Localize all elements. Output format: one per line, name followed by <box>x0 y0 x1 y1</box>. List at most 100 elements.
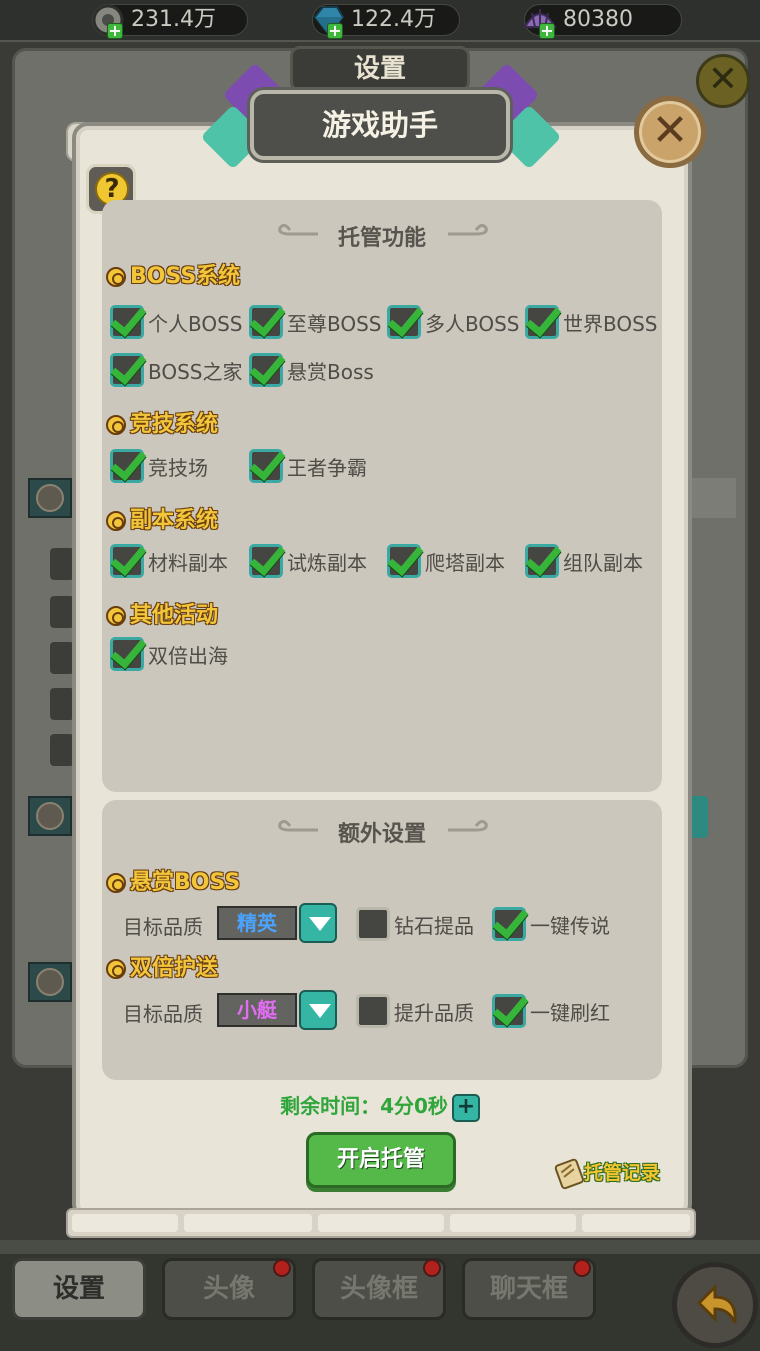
checkbox[interactable] <box>249 544 283 578</box>
start-hosting-button[interactable]: 开启托管 <box>306 1132 456 1188</box>
option-bounty-boss[interactable]: 悬赏Boss <box>249 350 374 390</box>
option-label: 世界BOSS <box>563 311 658 336</box>
selected-quality: 精英 <box>237 911 277 935</box>
dropdown-arrow-icon[interactable] <box>299 990 337 1030</box>
checkbox[interactable] <box>387 544 421 578</box>
option-team-dungeon[interactable]: 组队副本 <box>525 541 643 581</box>
side-sound-block <box>28 796 72 836</box>
checkbox[interactable] <box>525 305 559 339</box>
dialog-footer-bar <box>66 1208 696 1238</box>
dialog-close-icon[interactable]: ✕ <box>634 96 706 168</box>
checkbox[interactable] <box>492 994 526 1028</box>
remaining-label: 剩余时间： <box>280 1094 381 1118</box>
option-label: 材料副本 <box>148 550 228 575</box>
record-label: 托管记录 <box>584 1162 661 1184</box>
category-other: 其他活动 <box>106 603 218 629</box>
option-material-dungeon[interactable]: 材料副本 <box>110 541 228 581</box>
option-label: 一键刷红 <box>530 1000 610 1025</box>
checkbox[interactable] <box>110 353 144 387</box>
tab-settings[interactable]: 设置 <box>12 1258 146 1320</box>
option-trial-dungeon[interactable]: 试炼副本 <box>249 541 367 581</box>
category-name: 双倍护送 <box>130 956 219 981</box>
checkbox[interactable] <box>249 353 283 387</box>
option-multi-boss[interactable]: 多人BOSS <box>387 302 520 342</box>
option-double-sail[interactable]: 双倍出海 <box>110 634 228 674</box>
category-arena: 竞技系统 <box>106 412 218 438</box>
resource-gem[interactable]: + 122.4万 <box>312 4 460 39</box>
swirl-bullet-icon <box>106 415 126 435</box>
checkbox[interactable] <box>387 305 421 339</box>
tab-chat-frame[interactable]: 聊天框 <box>462 1258 596 1320</box>
option-one-key-red[interactable]: 一键刷红 <box>492 991 610 1031</box>
notification-dot-icon <box>573 1259 591 1277</box>
checkbox[interactable] <box>525 544 559 578</box>
back-button[interactable] <box>672 1262 758 1348</box>
option-personal-boss[interactable]: 个人BOSS <box>110 302 243 342</box>
checkbox[interactable] <box>110 637 144 671</box>
notification-dot-icon <box>273 1259 291 1277</box>
back-arrow-icon <box>696 1283 737 1324</box>
escort-quality-select[interactable]: 小艇 <box>217 993 297 1027</box>
checkbox[interactable] <box>492 907 526 941</box>
option-world-boss[interactable]: 世界BOSS <box>525 302 658 342</box>
bg-checkbox <box>50 596 74 628</box>
option-label: 一键传说 <box>530 913 610 938</box>
footer-segment <box>184 1214 312 1232</box>
option-label: 爬塔副本 <box>425 550 505 575</box>
add-coin-icon[interactable]: + <box>107 23 123 39</box>
checkbox[interactable] <box>110 305 144 339</box>
bg-checkbox <box>50 688 74 720</box>
footer-segment <box>450 1214 576 1232</box>
resource-coin[interactable]: + 231.4万 <box>92 4 248 39</box>
settings-close-icon[interactable]: ✕ <box>696 54 750 108</box>
extra-title-text: 额外设置 <box>337 822 426 847</box>
checkbox[interactable] <box>356 907 390 941</box>
resource-shell[interactable]: + 80380 <box>523 4 682 39</box>
ban-icon <box>36 484 64 512</box>
option-label: 试炼副本 <box>287 550 367 575</box>
checkbox[interactable] <box>110 449 144 483</box>
tab-label: 头像 <box>202 1274 255 1304</box>
hosting-title-text: 托管功能 <box>337 226 426 251</box>
option-upgrade-quality[interactable]: 提升品质 <box>356 991 474 1031</box>
swirl-bullet-icon <box>106 511 126 531</box>
add-shell-icon[interactable]: + <box>539 23 555 39</box>
swirl-left-icon <box>278 820 318 832</box>
category-double-escort: 双倍护送 <box>106 956 218 982</box>
quality-label: 目标品质 <box>123 1002 203 1026</box>
option-label: 钻石提品 <box>394 913 474 938</box>
tab-label: 头像框 <box>339 1274 418 1304</box>
checkbox[interactable] <box>110 544 144 578</box>
bounty-quality-select[interactable]: 精英 <box>217 906 297 940</box>
option-tower-dungeon[interactable]: 爬塔副本 <box>387 541 505 581</box>
option-king-battle[interactable]: 王者争霸 <box>249 446 367 486</box>
swirl-right-icon <box>448 224 488 236</box>
bg-row <box>690 478 736 518</box>
bg-checkbox <box>50 548 74 580</box>
category-name: 其他活动 <box>130 603 219 628</box>
option-boss-home[interactable]: BOSS之家 <box>110 350 243 390</box>
checkbox[interactable] <box>249 449 283 483</box>
checkbox[interactable] <box>356 994 390 1028</box>
extra-section-title: 额外设置 <box>102 816 662 848</box>
add-gem-icon[interactable]: + <box>327 23 343 39</box>
option-arena[interactable]: 竞技场 <box>110 446 208 486</box>
tab-label: 设置 <box>52 1274 105 1304</box>
quality-label: 目标品质 <box>123 915 203 939</box>
hosting-record-link[interactable]: 托管记录 <box>552 1156 660 1190</box>
option-one-key-legend[interactable]: 一键传说 <box>492 904 610 944</box>
option-label: 悬赏Boss <box>287 359 374 384</box>
add-time-button[interactable]: + <box>451 1093 480 1122</box>
tab-avatar-frame[interactable]: 头像框 <box>312 1258 446 1320</box>
coin-amount: 231.4万 <box>131 7 216 32</box>
dropdown-arrow-icon[interactable] <box>299 903 337 943</box>
tab-avatar[interactable]: 头像 <box>162 1258 296 1320</box>
checkbox[interactable] <box>249 305 283 339</box>
bg-checkbox <box>50 642 74 674</box>
option-supreme-boss[interactable]: 至尊BOSS <box>249 302 382 342</box>
tab-label: 聊天框 <box>489 1274 568 1304</box>
side-screen-block <box>28 962 72 1002</box>
category-name: BOSS系统 <box>130 264 241 289</box>
option-diamond-upgrade[interactable]: 钻石提品 <box>356 904 474 944</box>
option-label: 至尊BOSS <box>287 311 382 336</box>
